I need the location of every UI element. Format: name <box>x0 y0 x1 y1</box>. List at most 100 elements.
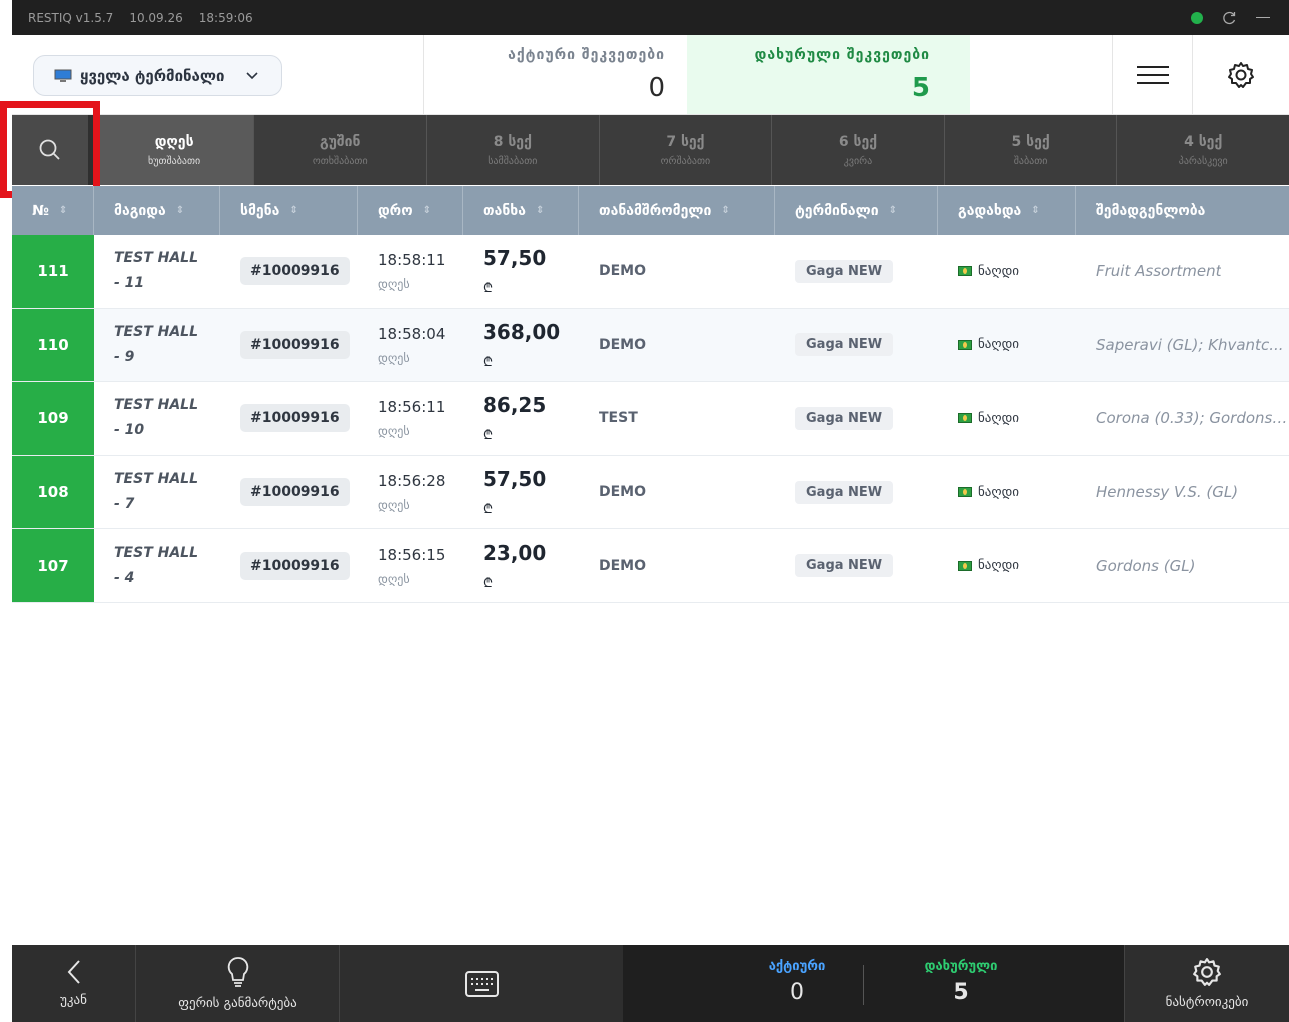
payment-label: ნაღდი <box>978 263 1019 279</box>
terminal-badge: Gaga NEW <box>795 480 894 504</box>
tab-day-4[interactable]: 6 სექ კვირა <box>771 115 944 185</box>
tab-day-label: გუშინ <box>319 133 361 150</box>
composition-text: Saperavi (GL); Khvantc... <box>1096 335 1284 354</box>
table-name-line: TEST HALL <box>114 397 199 414</box>
column-header-payment[interactable]: გადახდა ⇕ <box>938 186 1076 235</box>
order-number: 109 <box>12 382 94 455</box>
tab-day-2[interactable]: 8 სექ სამშაბათი <box>426 115 599 185</box>
bottom-active-counter[interactable]: აქტიური 0 <box>747 959 847 1005</box>
bottom-closed-counter[interactable]: დახურული 5 <box>911 959 1011 1005</box>
minimize-icon[interactable] <box>1255 10 1271 26</box>
cash-icon <box>958 487 972 498</box>
tab-day-label: 7 სექ <box>666 133 705 150</box>
tab-day-label: 6 სექ <box>838 133 878 150</box>
color-legend-label: ფერის განმარტება <box>178 996 297 1011</box>
composition-text: Gordons (GL) <box>1096 556 1196 575</box>
sort-icon: ⇕ <box>721 205 730 216</box>
closed-orders-count: 5 <box>911 73 930 103</box>
payment-cell: ნაღდი <box>938 309 1076 382</box>
order-number: 110 <box>12 308 94 382</box>
table-row[interactable]: 109 TEST HALL - 10 #10009916 18:56:11 დღეს… <box>12 382 1289 456</box>
menu-button[interactable] <box>1112 35 1192 114</box>
color-legend-button[interactable]: ფერის განმარტება <box>136 945 340 1022</box>
currency-icon: ₾ <box>483 502 494 518</box>
table-row[interactable]: 110 TEST HALL - 9 #10009916 18:58:04 დღეს … <box>12 308 1289 383</box>
settings-button[interactable] <box>1192 35 1289 114</box>
closed-orders-counter[interactable]: დახურული შეკვეთები 5 <box>687 35 970 114</box>
keyboard-icon <box>464 970 499 997</box>
settings-label: ნასტროიკები <box>1165 995 1249 1010</box>
time-cell: 18:56:11 დღეს <box>358 382 463 455</box>
header: ყველა ტერმინალი აქტიური შეკვეთები 0 დახუ… <box>12 35 1289 115</box>
table-row[interactable]: 111 TEST HALL - 11 #10009916 18:58:11 დღეს… <box>12 235 1289 309</box>
bottom-settings-button[interactable]: ნასტროიკები <box>1124 945 1289 1022</box>
shift-badge: #10009916 <box>240 404 350 433</box>
cash-icon <box>958 266 972 277</box>
sort-icon: ⇕ <box>175 205 185 216</box>
time-day: დღეს <box>378 350 410 365</box>
column-label: ტერმინალი <box>795 202 879 219</box>
refresh-icon[interactable] <box>1221 10 1237 26</box>
shift-cell: #10009916 <box>220 309 358 382</box>
tab-day-label: 4 სექ <box>1184 133 1223 150</box>
sort-icon: ⇕ <box>289 205 298 216</box>
keyboard-button[interactable] <box>340 945 623 1022</box>
order-number: 111 <box>12 235 94 308</box>
order-number: 108 <box>12 455 94 529</box>
search-button[interactable] <box>12 115 94 185</box>
employee-cell: DEMO <box>599 484 647 501</box>
composition-text: Fruit Assortment <box>1096 262 1222 281</box>
shift-cell: #10009916 <box>220 382 358 455</box>
tab-day-6[interactable]: 4 სექ პარასკევი <box>1116 115 1289 185</box>
column-header-employee[interactable]: თანამშრომელი ⇕ <box>579 186 775 235</box>
amount-value: 368,00 <box>483 319 561 344</box>
time-value: 18:56:28 <box>378 472 446 491</box>
column-header-time[interactable]: დრო ⇕ <box>358 186 463 235</box>
cash-icon <box>958 339 972 350</box>
column-header-terminal[interactable]: ტერმინალი ⇕ <box>775 186 938 235</box>
search-icon <box>39 139 60 160</box>
column-label: სმენა <box>240 202 280 219</box>
time-day: დღეს <box>378 498 410 513</box>
bottom-closed-count: 5 <box>953 980 969 1005</box>
sort-icon: ⇕ <box>1031 205 1040 216</box>
column-header-number[interactable]: № ⇕ <box>12 186 94 235</box>
bottom-bar: უკან ფერის განმარტება აქტიური 0 დახურული… <box>12 945 1289 1022</box>
time-day: დღეს <box>378 277 410 292</box>
table-row[interactable]: 107 TEST HALL - 4 #10009916 18:56:15 დღეს … <box>12 529 1289 603</box>
employee-cell: TEST <box>599 410 638 427</box>
hamburger-icon <box>1136 65 1169 84</box>
tab-day-0[interactable]: დღეს ხუთშაბათი <box>93 115 254 185</box>
terminal-badge: Gaga NEW <box>795 554 894 578</box>
table-name-line: TEST HALL <box>114 323 199 340</box>
active-orders-counter[interactable]: აქტიური შეკვეთები 0 <box>423 35 687 114</box>
currency-icon: ₾ <box>483 281 494 297</box>
shift-badge: #10009916 <box>240 551 350 580</box>
tab-day-1[interactable]: გუშინ ოთხშაბათი <box>253 115 426 185</box>
table-number-line: - 10 <box>114 422 145 439</box>
active-orders-label: აქტიური შეკვეთები <box>508 47 665 63</box>
table-number-line: - 7 <box>114 496 135 513</box>
column-header-shift[interactable]: სმენა ⇕ <box>220 186 358 235</box>
tab-day-label: დღეს <box>154 133 194 150</box>
tab-weekday-label: ორშაბათი <box>660 155 711 167</box>
payment-label: ნაღდი <box>978 337 1019 353</box>
table-row[interactable]: 108 TEST HALL - 7 #10009916 18:56:28 დღეს … <box>12 455 1289 530</box>
column-header-amount[interactable]: თანხა ⇕ <box>463 186 579 235</box>
table-header: № ⇕ მაგიდა ⇕ სმენა ⇕ დრო ⇕ თანხა ⇕ თანამშრომე… <box>12 186 1289 235</box>
payment-cell: ნაღდი <box>938 235 1076 308</box>
column-header-table[interactable]: მაგიდა ⇕ <box>94 186 220 235</box>
terminal-select[interactable]: ყველა ტერმინალი <box>33 55 282 96</box>
gear-icon <box>1228 61 1254 88</box>
tab-day-3[interactable]: 7 სექ ორშაბათი <box>598 115 772 185</box>
table-number-line: - 9 <box>114 348 135 365</box>
cash-icon <box>958 413 972 424</box>
terminal-cell: Gaga NEW <box>775 309 938 382</box>
terminal-badge: Gaga NEW <box>795 333 894 357</box>
tab-day-5[interactable]: 5 სექ შაბათი <box>943 115 1117 185</box>
employee-cell: DEMO <box>599 557 647 574</box>
currency-icon: ₾ <box>483 354 494 370</box>
gear-icon <box>1193 958 1221 986</box>
back-button[interactable]: უკან <box>12 945 136 1022</box>
terminal-cell: Gaga NEW <box>775 529 938 602</box>
